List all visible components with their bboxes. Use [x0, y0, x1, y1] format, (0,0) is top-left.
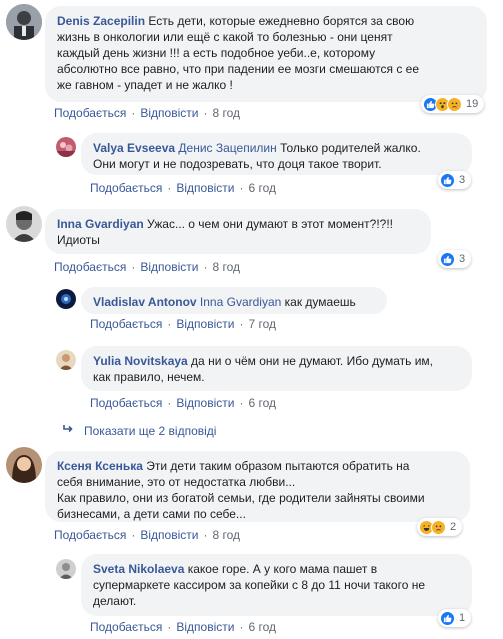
reaction-count: 3 — [459, 253, 466, 265]
reply-link[interactable]: Відповісти — [176, 317, 234, 331]
reaction-count: 3 — [459, 174, 466, 186]
reaction-summary[interactable]: 3 — [438, 250, 472, 268]
avatar[interactable] — [6, 447, 42, 483]
comment-author[interactable]: Denis Zacepilin — [57, 14, 145, 28]
reaction-count: 19 — [466, 98, 479, 110]
timestamp[interactable]: 6 год — [248, 181, 276, 195]
comment-author[interactable]: Ксеня Ксенька — [57, 459, 143, 473]
comment-actions: Подобається · Відповісти · 8 год — [54, 260, 240, 274]
reply-bubble: Vladislav Antonov Inna Gvardiyan как дум… — [81, 287, 387, 314]
comment-text: бизнесами, а дети сами по себе... — [57, 507, 246, 521]
avatar[interactable] — [56, 350, 76, 370]
mention-link[interactable]: Inna Gvardiyan — [200, 295, 281, 309]
like-reaction-icon — [440, 172, 455, 188]
comment-text: Как правило, они из богатой семьи, где р… — [57, 491, 425, 505]
reply-bubble: Valya Evseeva Денис Зацепилин Только род… — [81, 133, 472, 175]
comment-text: Идиоты — [57, 233, 100, 247]
comment-text: Они могут и не подозревать, что доця так… — [93, 157, 382, 171]
comment-text: каждый день жизни !!! а есть подобное уе… — [57, 46, 376, 60]
comment-text: как думаешь — [281, 295, 356, 309]
timestamp[interactable]: 6 год — [248, 396, 276, 410]
avatar[interactable] — [6, 4, 42, 40]
reply-link[interactable]: Відповісти — [140, 528, 198, 542]
avatar[interactable] — [6, 206, 42, 242]
reaction-summary[interactable]: 2 — [417, 518, 463, 536]
like-link[interactable]: Подобається — [90, 396, 162, 410]
sad-reaction-icon — [431, 519, 446, 535]
comment-text: абсолютно все равно, что при падении ее … — [57, 62, 420, 76]
reply-link[interactable]: Відповісти — [176, 620, 234, 634]
comment-actions: Подобається · Відповісти · 7 год — [90, 317, 276, 331]
reaction-count: 1 — [459, 612, 466, 624]
show-more-label[interactable]: Показати ще 2 відповіді — [84, 424, 216, 438]
comment-text: как правило, нечем. — [93, 370, 205, 384]
comment-actions: Подобається · Відповісти · 6 год — [90, 181, 276, 195]
reply-link[interactable]: Відповісти — [176, 181, 234, 195]
like-link[interactable]: Подобається — [90, 317, 162, 331]
comment-text: делают. — [93, 594, 137, 608]
reaction-summary[interactable]: 19 — [421, 95, 485, 113]
comment-bubble: Inna Gvardiyan Ужас... о чем они думают … — [45, 209, 431, 254]
sad-reaction-icon — [447, 96, 462, 112]
reply-link[interactable]: Відповісти — [140, 106, 198, 120]
like-link[interactable]: Подобається — [54, 260, 126, 274]
comment-author[interactable]: Yulia Novitskaya — [93, 354, 188, 368]
comment-author[interactable]: Valya Evseeva — [93, 141, 175, 155]
reply-bubble: Yulia Novitskaya да ни о чём они не дума… — [81, 346, 472, 391]
comment-text: Ужас... о чем они думают в этот момент?!… — [143, 217, 394, 231]
reaction-summary[interactable]: 3 — [438, 171, 472, 189]
comment-text: супермаркете кассиром за копейки с 8 до … — [93, 578, 426, 592]
reply-link[interactable]: Відповісти — [140, 260, 198, 274]
like-link[interactable]: Подобається — [54, 528, 126, 542]
reaction-count: 2 — [450, 521, 457, 533]
avatar[interactable] — [56, 289, 76, 309]
comment-text: себя внимание, это от недостатка любви..… — [57, 475, 296, 489]
avatar[interactable] — [56, 559, 76, 579]
like-link[interactable]: Подобається — [90, 620, 162, 634]
like-link[interactable]: Подобається — [90, 181, 162, 195]
comment-text: Есть дети, которые ежедневно борятся за … — [148, 14, 415, 28]
comment-bubble: Denis Zacepilin Есть дети, которые ежедн… — [45, 6, 487, 102]
comment-text: Эти дети таким образом пытаются обратить… — [142, 459, 410, 473]
comment-actions: Подобається · Відповісти · 8 год — [54, 528, 240, 542]
like-link[interactable]: Подобається — [54, 106, 126, 120]
timestamp[interactable]: 8 год — [212, 260, 240, 274]
comment-actions: Подобається · Відповісти · 8 год — [54, 106, 240, 120]
like-reaction-icon — [440, 610, 455, 626]
mention-link[interactable]: Денис Зацепилин — [178, 141, 276, 155]
comment-text: же гавном - упадет и не жалко ! — [57, 78, 233, 92]
like-reaction-icon — [440, 251, 455, 267]
comment-actions: Подобається · Відповісти · 6 год — [90, 620, 276, 634]
comment-bubble: Ксеня Ксенька Эти дети таким образом пыт… — [45, 451, 470, 522]
comment-text: какое горе. А у кого мама пашет в — [184, 562, 378, 576]
timestamp[interactable]: 8 год — [212, 528, 240, 542]
timestamp[interactable]: 6 год — [248, 620, 276, 634]
timestamp[interactable]: 8 год — [212, 106, 240, 120]
comment-author[interactable]: Inna Gvardiyan — [57, 217, 144, 231]
comment-text: Только родителей жалко. — [276, 141, 421, 155]
timestamp[interactable]: 7 год — [248, 317, 276, 331]
show-more-replies-link[interactable]: Показати ще 2 відповіді — [62, 423, 216, 438]
reply-arrow-icon — [62, 423, 78, 438]
comment-author[interactable]: Sveta Nikolaeva — [93, 562, 184, 576]
reaction-summary[interactable]: 1 — [438, 609, 472, 627]
comment-actions: Подобається · Відповісти · 6 год — [90, 396, 276, 410]
comment-author[interactable]: Vladislav Antonov — [93, 295, 197, 309]
reply-bubble: Sveta Nikolaeva какое горе. А у кого мам… — [81, 554, 472, 616]
comment-text: жизнь в онкологии или ещё с какой то бол… — [57, 30, 393, 44]
avatar[interactable] — [56, 137, 76, 157]
reply-link[interactable]: Відповісти — [176, 396, 234, 410]
comment-text: да ни о чём они не думают. Ибо думать им… — [187, 354, 433, 368]
